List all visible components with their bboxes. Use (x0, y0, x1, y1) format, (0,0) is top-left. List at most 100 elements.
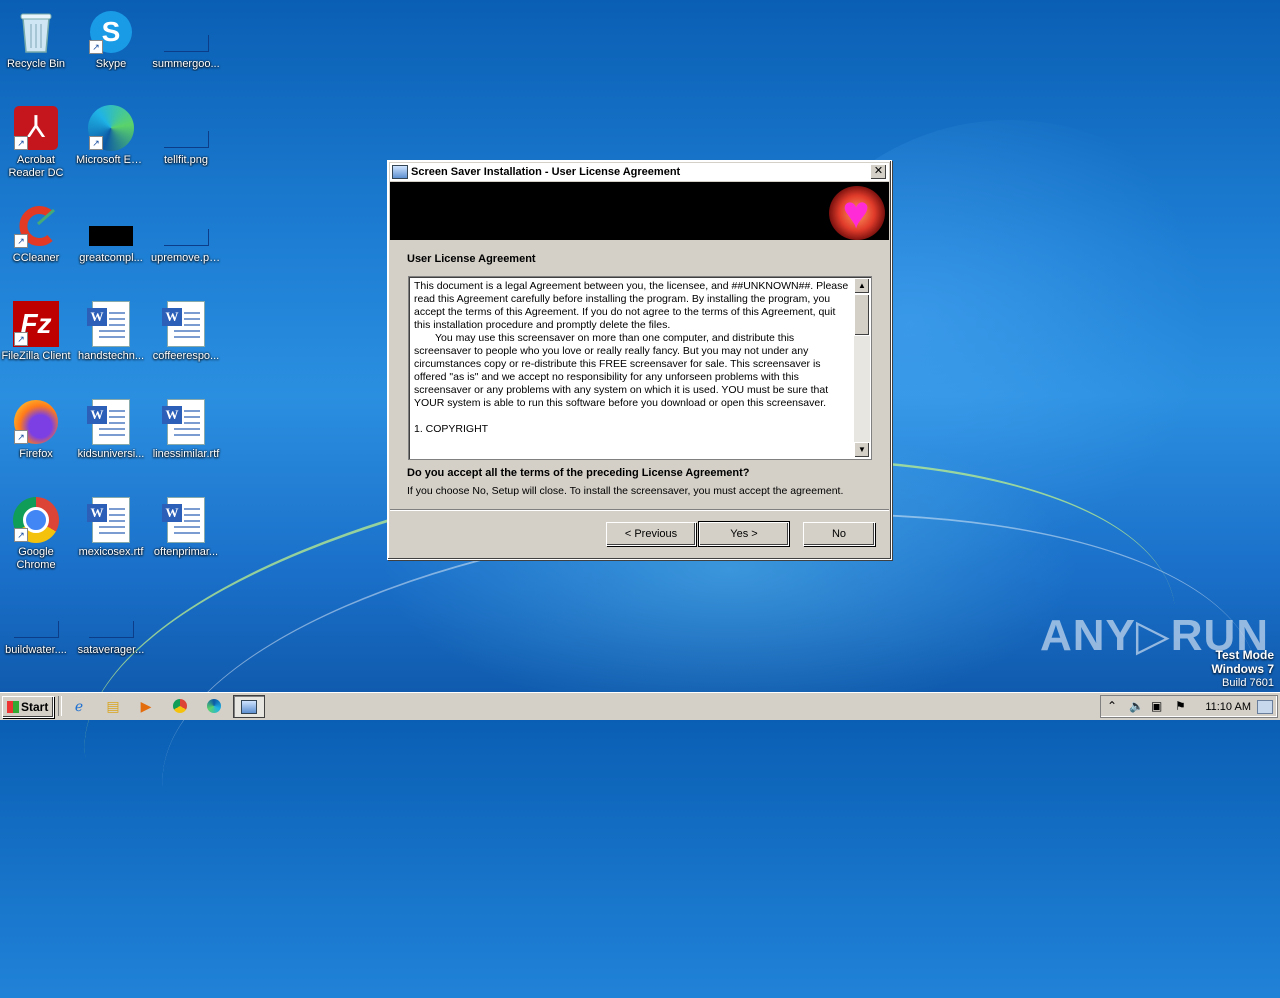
shortcut-arrow-icon: ↗ (14, 136, 28, 150)
word-document-icon: W (87, 398, 135, 446)
desktop-icon-linessimilar[interactable]: W linessimilar.rtf (150, 398, 222, 461)
desktop-icon-label: Skype (95, 58, 127, 70)
desktop-icon-label: kidsuniversi... (77, 448, 145, 460)
desktop-icon-sataverager[interactable]: sataverager... (75, 594, 147, 657)
desktop-icon-label: coffeerespo... (152, 350, 220, 362)
taskbar-separator (58, 696, 62, 716)
section-title: User License Agreement (407, 253, 536, 265)
speaker-icon[interactable]: 🔈 (1129, 698, 1144, 714)
desktop-icon-label: tellfit.png (163, 154, 209, 166)
desktop-icon-filezilla[interactable]: Fz ↗ FileZilla Client (0, 300, 72, 363)
clock[interactable]: 11:10 AM (1205, 699, 1251, 715)
desktop-icon-greatcompl[interactable]: greatcompl... (75, 202, 147, 265)
shortcut-arrow-icon: ↗ (14, 332, 28, 346)
firefox-icon: ↗ (12, 398, 60, 446)
desktop-icon-label: FileZilla Client (1, 350, 71, 362)
desktop-icon-acrobat[interactable]: ⅄ ↗ Acrobat Reader DC (0, 104, 72, 180)
blank-file-icon (162, 8, 210, 56)
internet-explorer-icon[interactable]: ℯ (69, 697, 89, 715)
chrome-icon: ↗ (12, 496, 60, 544)
dialog-title: Screen Saver Installation - User License… (411, 166, 681, 178)
desktop-icon-label: upremove.png (151, 252, 222, 264)
edge-icon: ↗ (87, 104, 135, 152)
close-button[interactable]: ✕ (870, 164, 887, 180)
shortcut-arrow-icon: ↗ (14, 430, 28, 444)
license-text: This document is a legal Agreement betwe… (414, 280, 852, 456)
desktop-icon-label: Firefox (19, 448, 53, 460)
desktop-icon-label: CCleaner (12, 252, 60, 264)
desktop-icon-upremove[interactable]: upremove.png (150, 202, 222, 265)
black-image-icon (87, 202, 135, 250)
scroll-up-button[interactable]: ▲ (854, 278, 870, 294)
button-separator (390, 509, 889, 511)
desktop-icon-coffeerespo[interactable]: W coffeerespo... (150, 300, 222, 363)
previous-button[interactable]: < Previous (606, 522, 696, 546)
action-center-flag-icon[interactable]: ⚑ (1175, 698, 1186, 714)
desktop-icon-oftenprimar[interactable]: W oftenprimar... (150, 496, 222, 559)
desktop-icon-skype[interactable]: S ↗ Skype (75, 8, 147, 71)
installer-task-button[interactable] (233, 695, 265, 718)
scroll-thumb[interactable] (854, 294, 870, 336)
desktop-icon-label: summergoo... (152, 58, 220, 70)
installer-icon (241, 700, 257, 714)
dialog-banner: ♥ (390, 182, 889, 240)
desktop-icon-label: Google Chrome (16, 546, 56, 571)
network-icon[interactable]: ▣ (1151, 698, 1162, 714)
desktop-icon-kidsuniversi[interactable]: W kidsuniversi... (75, 398, 147, 461)
desktop-icon-mexicosex[interactable]: W mexicosex.rtf (75, 496, 147, 559)
media-player-icon[interactable]: ▶ (136, 697, 156, 715)
desktop-icon-summergoo[interactable]: summergoo... (150, 8, 222, 71)
show-desktop-button[interactable] (1257, 700, 1273, 714)
license-scrollbar[interactable]: ▲ ▼ (854, 278, 870, 458)
desktop-icon-label: buildwater.... (5, 644, 67, 656)
accept-question: Do you accept all the terms of the prece… (407, 467, 750, 479)
desktop-icon-recycle-bin[interactable]: Recycle Bin (0, 8, 72, 71)
desktop-icon-label: linessimilar.rtf (152, 448, 220, 460)
desktop-icon-label: mexicosex.rtf (78, 546, 144, 558)
windows-version-line: Windows 7 (1211, 662, 1274, 676)
filezilla-icon: Fz ↗ (12, 300, 60, 348)
desktop-icon-ccleaner[interactable]: ↗ CCleaner (0, 202, 72, 265)
edge-icon[interactable] (204, 697, 224, 715)
accept-note: If you choose No, Setup will close. To i… (407, 485, 844, 497)
chrome-icon[interactable] (170, 697, 190, 715)
shortcut-arrow-icon: ↗ (14, 528, 28, 542)
no-button[interactable]: No (803, 522, 875, 546)
desktop-icon-label: Microsoft Edge (76, 154, 147, 166)
word-document-icon: W (87, 496, 135, 544)
scroll-down-button[interactable]: ▼ (854, 442, 870, 458)
skype-icon: S ↗ (87, 8, 135, 56)
blank-file-icon (87, 594, 135, 642)
license-paragraph: 1. COPYRIGHT (414, 423, 489, 435)
ccleaner-icon: ↗ (12, 202, 60, 250)
blank-file-icon (162, 104, 210, 152)
test-mode-label: Test Mode Windows 7 Build 7601 (1211, 648, 1274, 690)
yes-button[interactable]: Yes > (698, 521, 790, 547)
license-paragraph: This document is a legal Agreement betwe… (414, 280, 849, 331)
build-line: Build 7601 (1222, 677, 1274, 689)
desktop-icon-tellfit[interactable]: tellfit.png (150, 104, 222, 167)
desktop-icon-buildwater[interactable]: buildwater.... (0, 594, 72, 657)
acrobat-icon: ⅄ ↗ (12, 104, 60, 152)
desktop-icon-label: sataverager... (77, 644, 145, 656)
start-button[interactable]: Start (2, 696, 54, 718)
desktop-icon-edge[interactable]: ↗ Microsoft Edge (75, 104, 147, 167)
word-document-icon: W (162, 398, 210, 446)
desktop-icon-firefox[interactable]: ↗ Firefox (0, 398, 72, 461)
file-explorer-icon[interactable]: ▤ (103, 697, 123, 715)
license-dialog: Screen Saver Installation - User License… (387, 160, 892, 560)
taskbar: Start ℯ ▤ ▶ ⌃ 🔈 ▣ ⚑ 11:10 AM (0, 692, 1280, 720)
heart-icon: ♥ (842, 186, 870, 238)
license-textbox[interactable]: This document is a legal Agreement betwe… (408, 276, 872, 460)
installer-icon (392, 165, 408, 179)
dialog-titlebar[interactable]: Screen Saver Installation - User License… (390, 163, 889, 181)
word-document-icon: W (87, 300, 135, 348)
start-label: Start (21, 700, 49, 714)
shortcut-arrow-icon: ↗ (14, 234, 28, 248)
desktop-icon-chrome[interactable]: ↗ Google Chrome (0, 496, 72, 572)
show-hidden-icons-icon[interactable]: ⌃ (1107, 698, 1117, 714)
windows-flag-icon (7, 701, 19, 713)
desktop-icon-handstechn[interactable]: W handstechn... (75, 300, 147, 363)
shortcut-arrow-icon: ↗ (89, 40, 103, 54)
blank-file-icon (162, 202, 210, 250)
